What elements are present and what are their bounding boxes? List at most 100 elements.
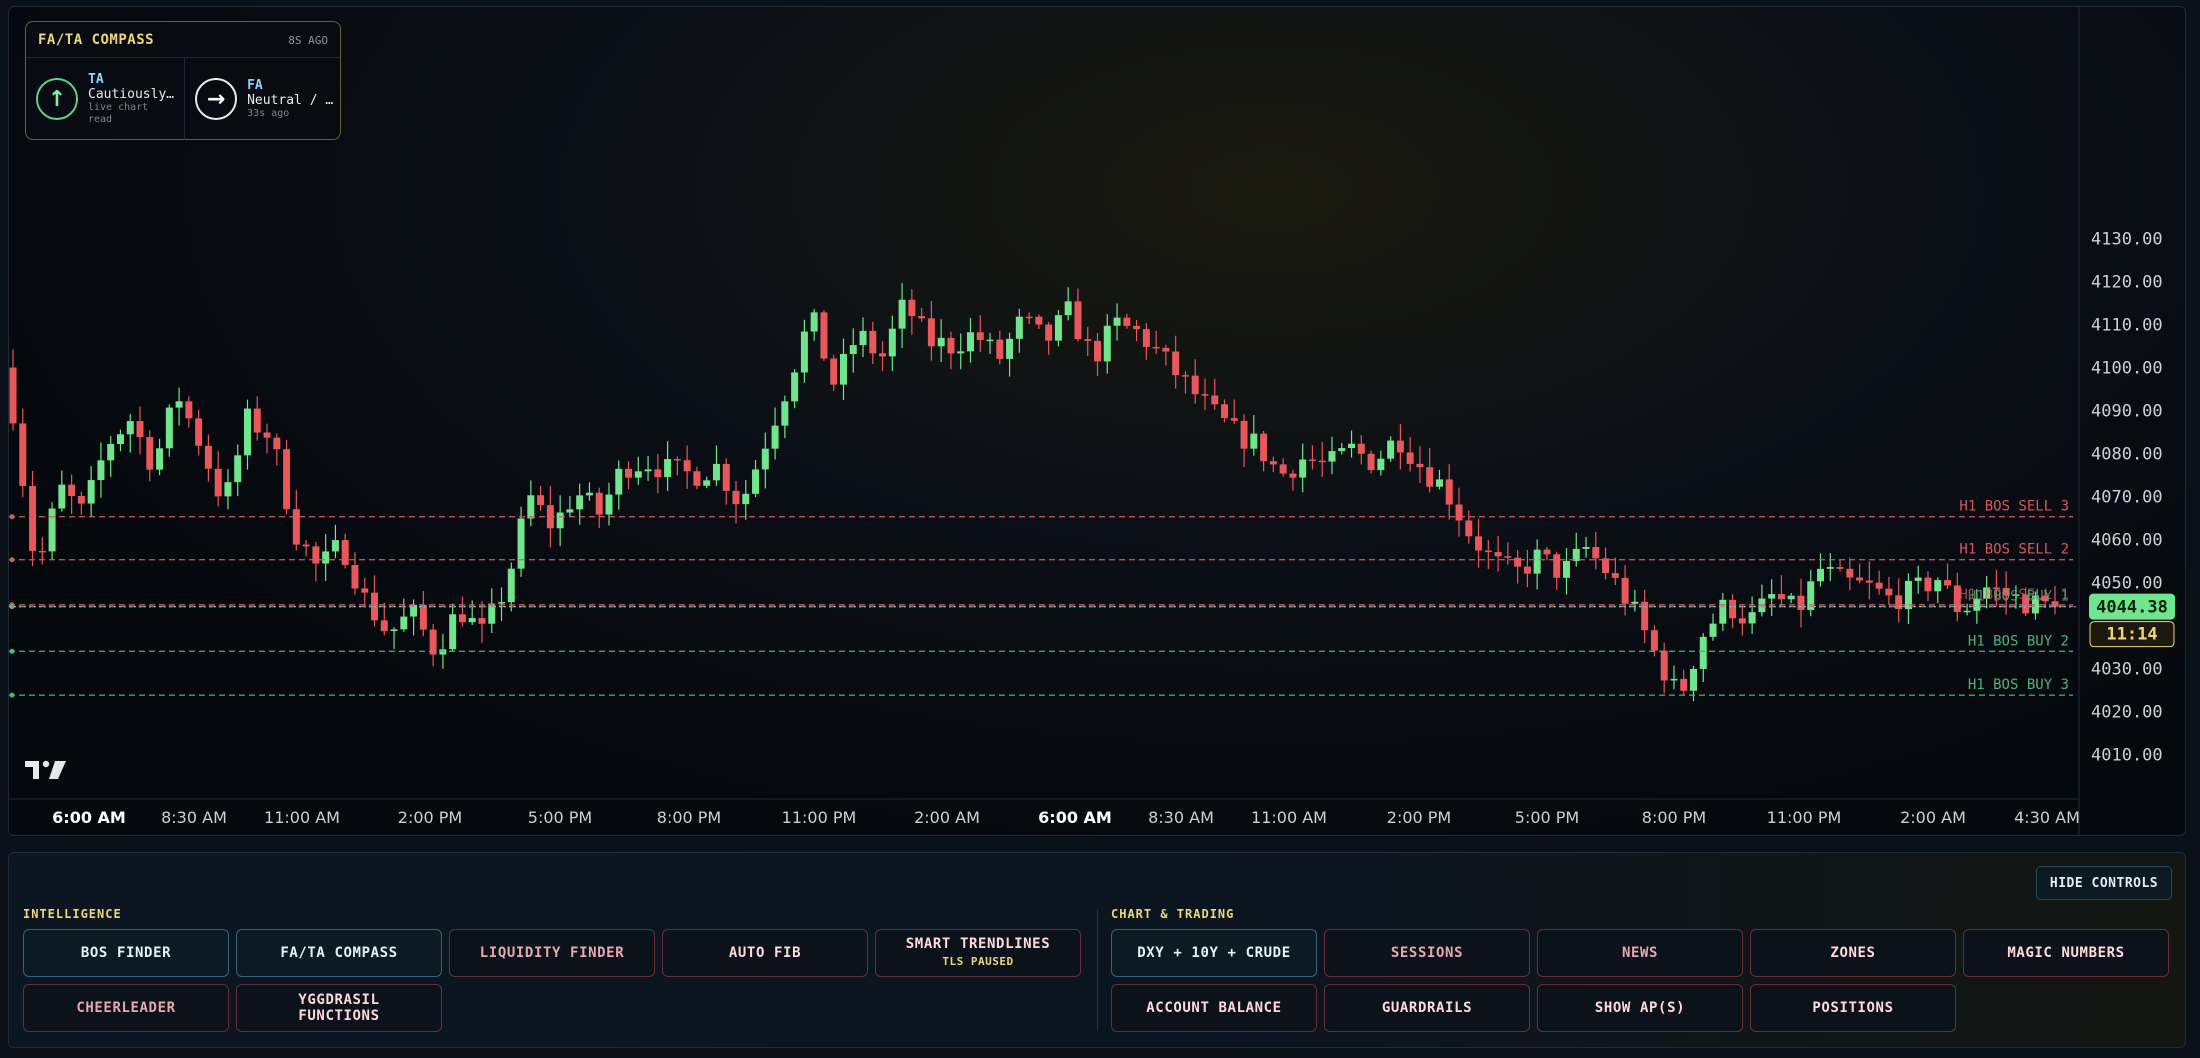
bos-level-label: H1 BOS SELL 3 [1959,499,2069,515]
time-axis-label: 8:00 PM [657,808,721,827]
candle-body [1123,317,1131,326]
candle-body [1006,338,1014,359]
candle-body [1064,301,1072,316]
compass-ta[interactable]: ↑ TA Cautiously… live chart read [26,58,184,140]
fa-label: FA [247,78,263,93]
price-axis-label: 4070.00 [2091,488,2163,508]
candle-body [879,353,887,357]
candle-body [1533,549,1541,574]
guardrails-button[interactable]: GUARDRAILS [1324,984,1530,1032]
auto-fib-button[interactable]: AUTO FIB [662,929,868,977]
fa-ta-compass-button[interactable]: FA/TA COMPASS [236,929,442,977]
candle-body [1729,599,1737,619]
zones-button[interactable]: ZONES [1750,929,1956,977]
candle-body [1240,420,1248,449]
candle-body [683,460,691,472]
bos-level-marker [9,514,15,520]
candle-body [957,351,965,354]
candle-body [849,345,857,355]
magic-numbers-button[interactable]: MAGIC NUMBERS [1963,929,2169,977]
candle-body [1377,458,1385,471]
price-axis-label: 4080.00 [2091,445,2163,465]
candle-body [1387,440,1395,459]
candle-body [1191,375,1199,395]
candle-body [927,318,935,347]
dxy-10y-crude-button[interactable]: DXY + 10Y + CRUDE [1111,929,1317,977]
candle-body [283,449,291,510]
time-axis-label: 2:00 PM [398,808,462,827]
news-button[interactable]: NEWS [1537,929,1743,977]
candle-body [97,460,105,481]
candle-body [1338,448,1346,452]
candle-body [1348,443,1356,449]
hide-controls-button[interactable]: HIDE CONTROLS [2036,866,2172,900]
sessions-button[interactable]: SESSIONS [1324,929,1530,977]
candle-body [58,484,66,509]
candle-body [1230,418,1238,421]
price-axis-label: 4050.00 [2091,574,2163,594]
candle-body [908,299,916,317]
time-axis-label: 11:00 AM [1251,808,1327,827]
time-axis-label: 2:00 PM [1387,808,1451,827]
candle-body [1748,612,1756,624]
price-axis-label: 4100.00 [2091,359,2163,379]
candle-body [1045,324,1053,341]
candle-body [116,434,124,444]
cheerleader-button[interactable]: CHEERLEADER [23,984,229,1032]
candle-body [204,445,212,469]
account-balance-button[interactable]: ACCOUNT BALANCE [1111,984,1317,1032]
candle-body [644,469,652,472]
candle-body [527,495,535,519]
candle-body [351,564,359,589]
candle-body [996,339,1004,359]
candle-body [1846,568,1854,578]
candle-body [634,471,642,478]
bos-level-marker [9,648,15,654]
tradingview-logo-icon[interactable] [25,759,67,781]
candle-body [1777,594,1785,600]
show-aps-button[interactable]: SHOW AP(S) [1537,984,1743,1032]
candle-body [1318,460,1326,463]
candle-body [68,484,76,496]
smart-trendlines-label: SMART TRENDLINES [905,936,1051,952]
candle-body [1367,453,1375,471]
smart-trendlines-button[interactable]: SMART TRENDLINES TLS PAUSED [875,929,1081,977]
candle-body [771,425,779,449]
candle-body [1221,404,1229,419]
candle-body [1113,317,1121,326]
liquidity-finder-button[interactable]: LIQUIDITY FINDER [449,929,655,977]
candle-body [1914,577,1922,581]
price-axis-label: 4030.00 [2091,660,2163,680]
yggdrasil-functions-button[interactable]: YGGDRASIL FUNCTIONS [236,984,442,1032]
bos-finder-button[interactable]: BOS FINDER [23,929,229,977]
candle-body [1865,580,1873,583]
candle-body [1260,433,1268,462]
intelligence-section-label: INTELLIGENCE [23,907,122,921]
candle-body [1621,577,1629,604]
candle-body [1924,577,1932,592]
time-axis-label: 5:00 PM [1515,808,1579,827]
positions-button[interactable]: POSITIONS [1750,984,1956,1032]
compass-fa[interactable]: → FA Neutral / … 33s ago [184,58,343,140]
candle-body [312,546,320,564]
candle-body [390,629,398,632]
candle-body [498,602,506,604]
time-axis-label: 6:00 AM [1038,808,1112,827]
bos-level-marker [9,557,15,563]
candle-body [322,551,330,564]
candle-body [1396,440,1404,453]
candle-body [703,480,711,486]
fa-ta-compass-widget[interactable]: FA/TA COMPASS 8S AGO ↑ TA Cautiously… li… [25,21,341,140]
candle-body [234,455,242,483]
candle-body [556,512,564,529]
candle-body [1787,595,1795,600]
candle-body [1025,316,1033,319]
candle-body [507,568,515,603]
candle-body [224,482,232,497]
chart-panel[interactable]: 4130.00 4120.00 4110.00 4100.00 4090.00 4080.… [8,6,2186,836]
candle-body [1152,346,1160,349]
candle-body [195,418,203,446]
candle-body [1308,459,1316,462]
candle-body [800,331,808,373]
candle-body [1504,556,1512,558]
